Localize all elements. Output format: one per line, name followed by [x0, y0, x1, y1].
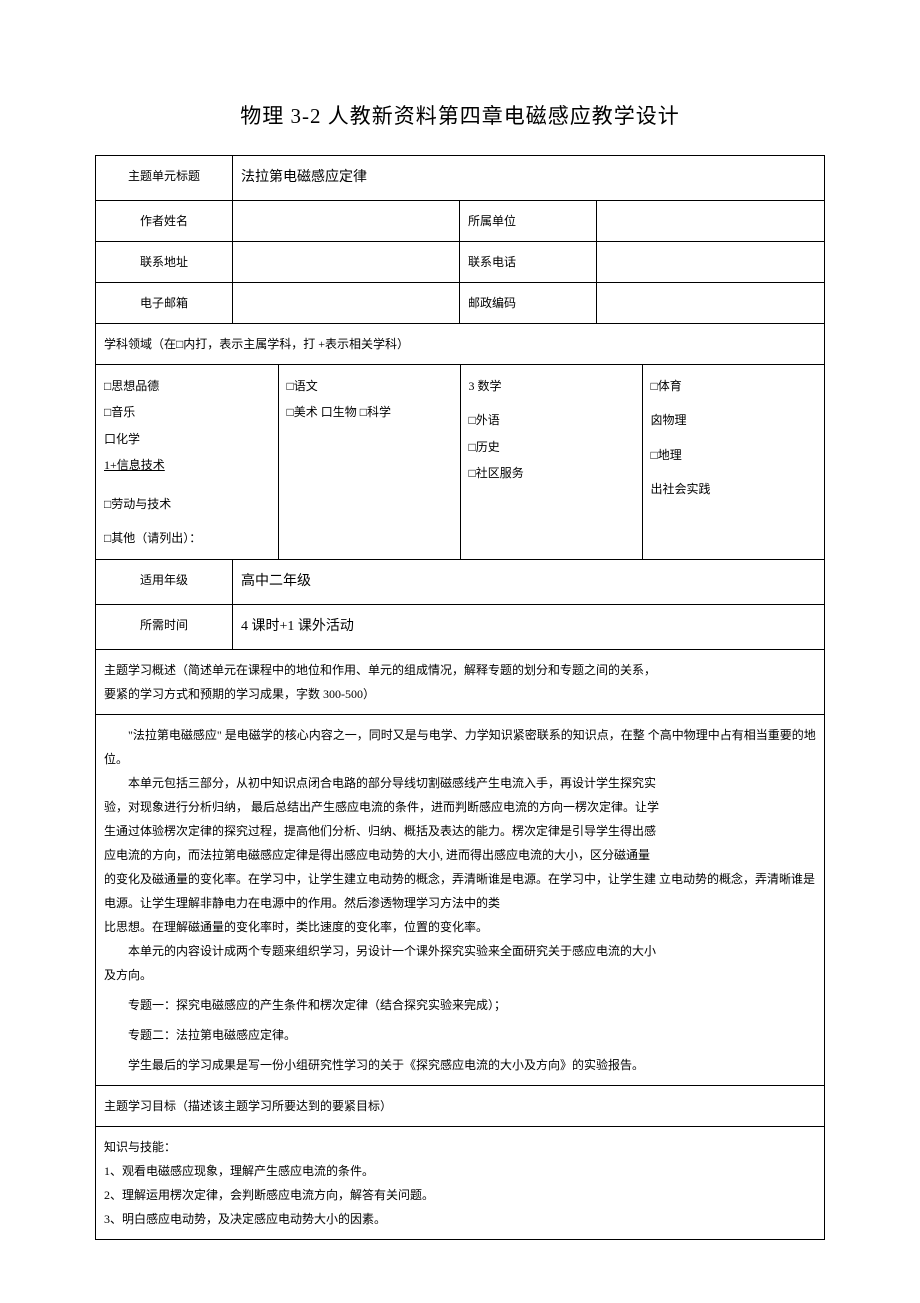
label-phone: 联系电话: [460, 242, 597, 283]
goals-heading: 知识与技能：: [104, 1135, 816, 1159]
overview-p1: "法拉第电磁感应" 是电磁学的核心内容之一，同时又是与电学、力学知识紧密联系的知…: [104, 723, 816, 771]
overview-p2a: 本单元包括三部分，从初中知识点闭合电路的部分导线切割磁感线产生电流入手，再设计学…: [104, 771, 816, 795]
subject-item: □外语: [469, 407, 634, 433]
subject-item: □历史: [469, 434, 634, 460]
subject-item: □音乐: [104, 399, 270, 425]
subject-item: □劳动与技术: [104, 491, 270, 517]
subject-item: □其他（请列出）：: [104, 525, 270, 551]
subject-item: □体育: [651, 373, 817, 399]
overview-t2: 专题二：法拉第电磁感应定律。: [104, 1023, 816, 1047]
goals-l2: 2、理解运用楞次定律，会判断感应电流方向，解答有关问题。: [104, 1183, 816, 1207]
subject-item: 1+信息技术: [104, 452, 270, 478]
subject-item: 口化学: [104, 426, 270, 452]
subject-item: □思想品德: [104, 373, 270, 399]
subject-item: □美术 口生物 □科学: [287, 399, 452, 425]
goals-l3: 3、明白感应电动势，及决定感应电动势大小的因素。: [104, 1207, 816, 1231]
label-time: 所需时间: [96, 605, 233, 650]
overview-p3b: 及方向。: [104, 963, 816, 987]
label-org: 所属单位: [460, 201, 597, 242]
subjects-col3: 3 数学 □外语 □历史 □社区服务: [460, 365, 642, 559]
label-author: 作者姓名: [96, 201, 233, 242]
overview-p2e: 的变化及磁通量的变化率。在学习中，让学生建立电动势的概念，弄清晰谁是电源。在学习…: [104, 867, 816, 915]
row-subjects: □思想品德 □音乐 口化学 1+信息技术 □劳动与技术 □其他（请列出）： □语…: [96, 365, 825, 560]
subjects-table: □思想品德 □音乐 口化学 1+信息技术 □劳动与技术 □其他（请列出）： □语…: [96, 365, 824, 559]
row-email: 电子邮箱 邮政编码: [96, 283, 825, 324]
row-theme-title: 主题单元标题 法拉第电磁感应定律: [96, 156, 825, 201]
value-time: 4 课时+1 课外活动: [233, 605, 825, 650]
subjects-col4: □体育 囟物理 □地理 出社会实践: [642, 365, 824, 559]
subjects-col2: □语文 □美术 口生物 □科学: [278, 365, 460, 559]
subject-item: □地理: [651, 442, 817, 468]
subject-item: □语文: [287, 373, 452, 399]
overview-p3a: 本单元的内容设计成两个专题来组织学习，另设计一个课外探究实验来全面研究关于感应电…: [104, 939, 816, 963]
value-phone: [597, 242, 825, 283]
overview-final: 学生最后的学习成果是写一份小组研究性学习的关于《探究感应电流的大小及方向》的实验…: [104, 1053, 816, 1077]
value-postal: [597, 283, 825, 324]
subject-item: □社区服务: [469, 460, 634, 486]
label-theme-title: 主题单元标题: [96, 156, 233, 201]
goal-header: 主题学习目标（描述该主题学习所要达到的要紧目标）: [96, 1086, 825, 1127]
value-org: [597, 201, 825, 242]
row-address: 联系地址 联系电话: [96, 242, 825, 283]
overview-t1: 专题一：探究电磁感应的产生条件和楞次定律（结合探究实验来完成）；: [104, 993, 816, 1017]
value-grade: 高中二年级: [233, 560, 825, 605]
subject-item: 出社会实践: [651, 476, 817, 502]
doc-title: 物理 3-2 人教新资料第四章电磁感应教学设计: [95, 100, 825, 130]
overview-p2b: 验，对现象进行分析归纳， 最后总结出产生感应电流的条件，进而判断感应电流的方向一…: [104, 795, 816, 819]
overview-p2c: 生通过体验楞次定律的探究过程，提高他们分析、归纳、概括及表达的能力。楞次定律是引…: [104, 819, 816, 843]
row-grade: 适用年级 高中二年级: [96, 560, 825, 605]
subjects-col1: □思想品德 □音乐 口化学 1+信息技术 □劳动与技术 □其他（请列出）：: [96, 365, 278, 559]
row-author: 作者姓名 所属单位: [96, 201, 825, 242]
value-theme-title: 法拉第电磁感应定律: [233, 156, 825, 201]
row-overview-header: 主题学习概述（简述单元在课程中的地位和作用、单元的组成情况，解释专题的划分和专题…: [96, 650, 825, 715]
row-goal-header: 主题学习目标（描述该主题学习所要达到的要紧目标）: [96, 1086, 825, 1127]
value-author: [233, 201, 460, 242]
row-goals: 知识与技能： 1、观看电磁感应现象，理解产生感应电流的条件。 2、理解运用楞次定…: [96, 1127, 825, 1240]
overview-p2f: 比思想。在理解磁通量的变化率时，类比速度的变化率，位置的变化率。: [104, 915, 816, 939]
overview-p2d: 应电流的方向，而法拉第电磁感应定律是得出感应电动势的大小, 进而得出感应电流的大…: [104, 843, 816, 867]
row-overview-body: "法拉第电磁感应" 是电磁学的核心内容之一，同时又是与电学、力学知识紧密联系的知…: [96, 715, 825, 1086]
label-email: 电子邮箱: [96, 283, 233, 324]
goals-l1: 1、观看电磁感应现象，理解产生感应电流的条件。: [104, 1159, 816, 1183]
domain-header: 学科领域（在□内打，表示主属学科，打 +表示相关学科）: [96, 324, 825, 365]
label-grade: 适用年级: [96, 560, 233, 605]
row-domain-header: 学科领域（在□内打，表示主属学科，打 +表示相关学科）: [96, 324, 825, 365]
subject-item: 囟物理: [651, 407, 817, 433]
overview-header-line1: 主题学习概述（简述单元在课程中的地位和作用、单元的组成情况，解释专题的划分和专题…: [104, 658, 816, 682]
goals-body: 知识与技能： 1、观看电磁感应现象，理解产生感应电流的条件。 2、理解运用楞次定…: [96, 1127, 825, 1240]
subject-item: 3 数学: [469, 373, 634, 399]
main-table: 主题单元标题 法拉第电磁感应定律 作者姓名 所属单位 联系地址 联系电话 电子邮…: [95, 155, 825, 1240]
label-postal: 邮政编码: [460, 283, 597, 324]
label-address: 联系地址: [96, 242, 233, 283]
overview-header: 主题学习概述（简述单元在课程中的地位和作用、单元的组成情况，解释专题的划分和专题…: [96, 650, 825, 715]
overview-header-line2: 要紧的学习方式和预期的学习成果，字数 300-500）: [104, 682, 816, 706]
row-time: 所需时间 4 课时+1 课外活动: [96, 605, 825, 650]
value-address: [233, 242, 460, 283]
overview-body: "法拉第电磁感应" 是电磁学的核心内容之一，同时又是与电学、力学知识紧密联系的知…: [96, 715, 825, 1086]
value-email: [233, 283, 460, 324]
